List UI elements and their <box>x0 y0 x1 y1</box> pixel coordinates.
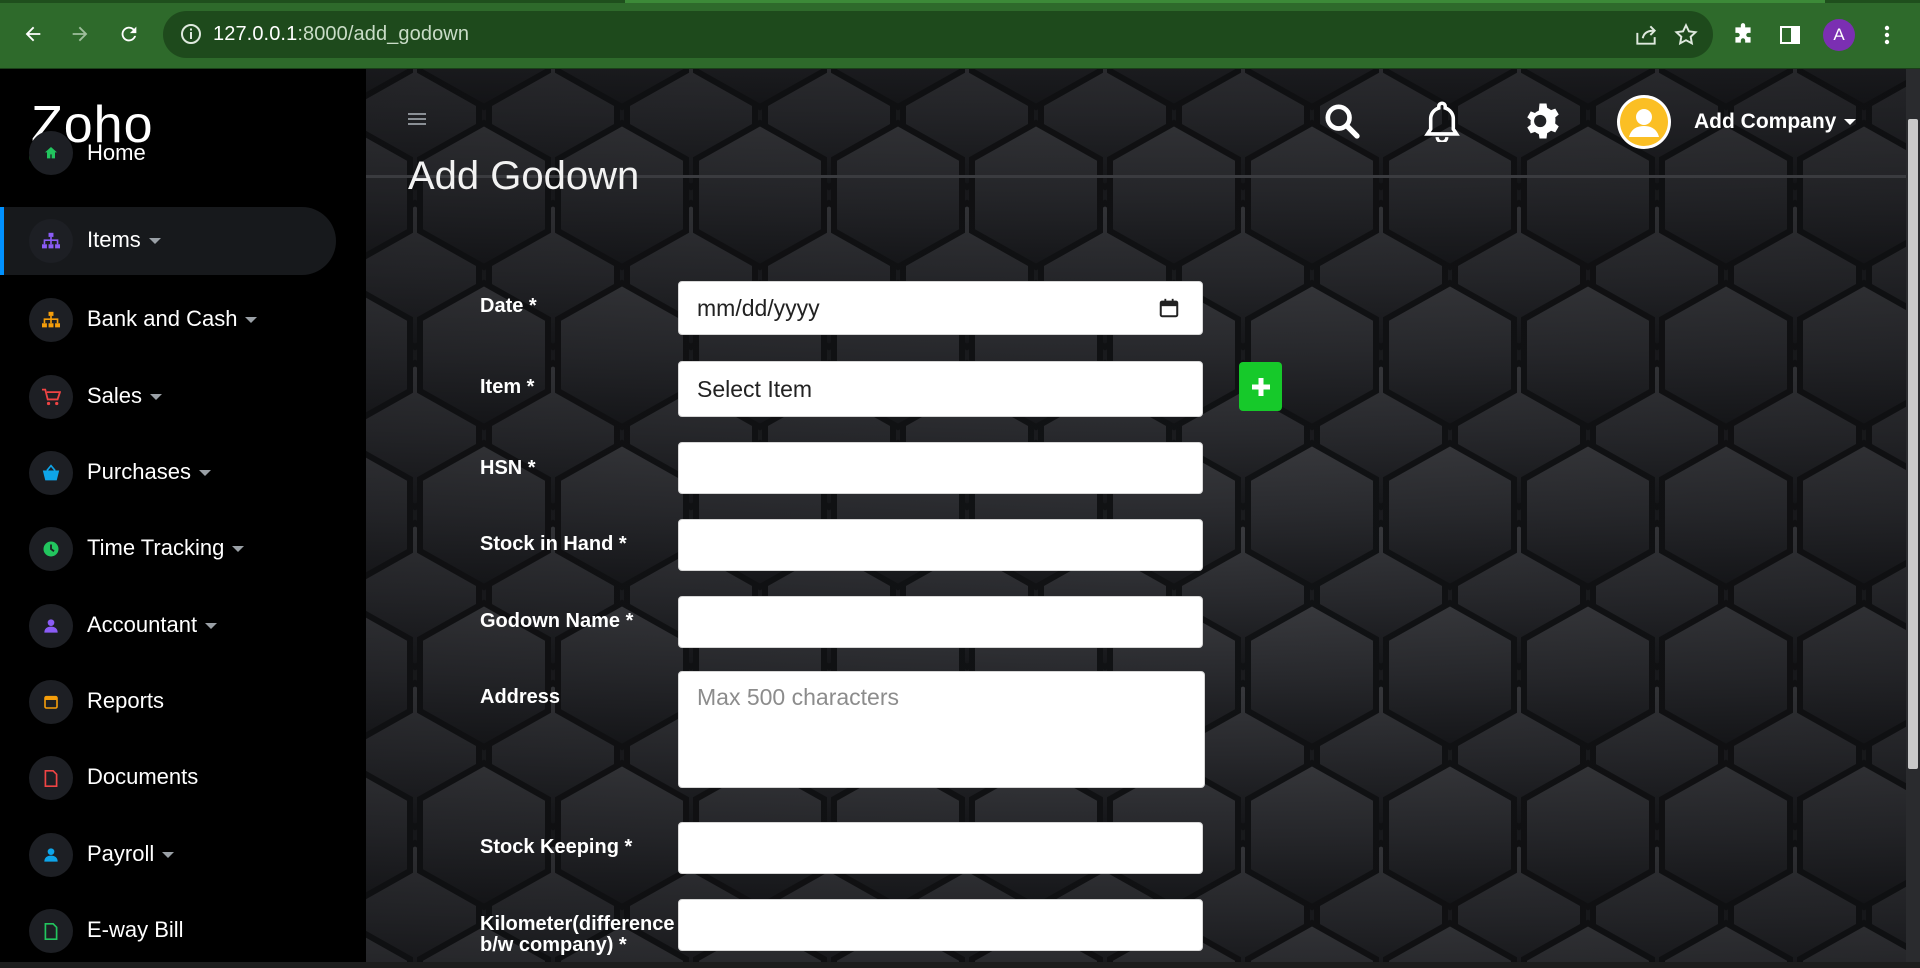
side-panel-icon[interactable] <box>1775 20 1805 50</box>
tab-strip <box>0 0 1920 3</box>
avatar-icon[interactable] <box>1617 95 1671 149</box>
date-field-value: mm/dd/yyyy <box>697 294 820 321</box>
kilometer-label-line-1: Kilometer(difference <box>480 913 675 935</box>
person-icon <box>29 833 73 877</box>
chevron-down-icon <box>162 852 175 859</box>
document-icon <box>29 909 73 953</box>
basket-icon <box>29 451 73 495</box>
sidebar-item-label: Documents <box>87 764 199 789</box>
chevron-down-icon <box>1844 119 1857 126</box>
kilometer-label-line-2: b/w company) * <box>480 934 627 956</box>
sidebar-item-label: Sales <box>87 383 163 409</box>
sidebar-item-eway-bill[interactable]: E-way Bill <box>0 894 336 962</box>
chevron-down-icon <box>232 546 245 553</box>
add-company-dropdown[interactable]: Add Company <box>1694 110 1857 134</box>
item-label: Item * <box>480 376 535 398</box>
cart-icon <box>29 375 73 419</box>
address-placeholder: Max 500 characters <box>697 684 899 710</box>
chevron-down-icon <box>198 470 211 477</box>
sidebar-item-payroll[interactable]: Payroll <box>0 818 336 886</box>
stock-keeping-label: Stock Keeping * <box>480 836 633 858</box>
chevron-down-icon <box>150 394 163 401</box>
bell-icon[interactable] <box>1420 99 1464 143</box>
item-select-value: Select Item <box>697 375 813 402</box>
page-scrollbar[interactable] <box>1906 69 1920 962</box>
sidebar-item-label: E-way Bill <box>87 917 184 942</box>
sidebar-item-documents[interactable]: Documents <box>0 741 336 809</box>
page-title: Add Godown <box>408 154 640 198</box>
sidebar-item-time-tracking[interactable]: Time Tracking <box>0 512 336 580</box>
kilometer-label: Kilometer(difference b/w company) * <box>480 914 675 956</box>
kilometer-input[interactable] <box>678 899 1203 951</box>
plus-icon <box>1251 377 1270 396</box>
person-icon <box>29 604 73 648</box>
sidebar-item-label: Purchases <box>87 459 211 485</box>
share-icon[interactable] <box>1633 22 1659 48</box>
item-select[interactable]: Select Item <box>678 361 1203 417</box>
add-item-button[interactable] <box>1239 362 1282 411</box>
reload-icon[interactable] <box>112 17 146 51</box>
gear-icon[interactable] <box>1521 99 1565 143</box>
sitemap-icon <box>29 219 73 263</box>
calendar-icon <box>29 680 73 724</box>
home-icon <box>29 131 73 175</box>
chevron-down-icon <box>148 238 161 245</box>
godown-name-input[interactable] <box>678 596 1203 648</box>
extensions-icon[interactable] <box>1728 20 1758 50</box>
sidebar-item-label: Home <box>87 140 146 165</box>
document-icon <box>29 756 73 800</box>
sitemap-icon <box>29 298 73 342</box>
date-field[interactable]: mm/dd/yyyy <box>678 281 1203 335</box>
scrollbar-thumb[interactable] <box>1908 119 1918 769</box>
hamburger-menu-icon[interactable] <box>408 113 426 127</box>
sidebar-item-sales[interactable]: Sales <box>0 360 336 428</box>
hsn-input[interactable] <box>678 442 1203 494</box>
sidebar-item-accountant[interactable]: Accountant <box>0 589 336 657</box>
browser-toolbar: 127.0.0.1:8000/add_godown A <box>0 0 1920 69</box>
sidebar-item-label: Time Tracking <box>87 535 245 561</box>
info-icon[interactable] <box>179 22 203 46</box>
chevron-down-icon <box>245 317 258 324</box>
sidebar-item-label: Reports <box>87 688 165 713</box>
sidebar-item-label: Bank and Cash <box>87 306 258 332</box>
godown-name-label: Godown Name * <box>480 610 634 632</box>
stock-in-hand-input[interactable] <box>678 519 1203 571</box>
star-icon[interactable] <box>1673 22 1699 48</box>
sidebar-item-label: Accountant <box>87 612 218 638</box>
window-bottom-edge <box>0 962 1920 968</box>
clock-icon <box>29 527 73 571</box>
sidebar-item-purchases[interactable]: Purchases <box>0 436 336 504</box>
back-icon[interactable] <box>16 17 50 51</box>
menu-icon[interactable] <box>1872 20 1902 50</box>
sidebar-item-items[interactable]: Items <box>0 207 336 275</box>
sidebar-item-label: Payroll <box>87 841 175 867</box>
address-label: Address <box>480 686 561 708</box>
main-content: Add Company Add Godown Date * mm/dd/yyyy… <box>366 69 1920 962</box>
forward-icon[interactable] <box>63 17 97 51</box>
address-bar[interactable]: 127.0.0.1:8000/add_godown <box>163 11 1713 58</box>
hsn-label: HSN * <box>480 457 536 479</box>
chevron-down-icon <box>205 623 218 630</box>
sidebar-item-home[interactable]: Home <box>0 129 336 179</box>
sidebar-item-reports[interactable]: Reports <box>0 665 336 733</box>
url-text: 127.0.0.1:8000/add_godown <box>213 23 470 45</box>
sidebar: Zoho Home Items Bank and Cash Sales Purc… <box>0 69 366 962</box>
stock-keeping-input[interactable] <box>678 822 1203 874</box>
calendar-icon[interactable] <box>1158 297 1180 319</box>
address-textarea[interactable]: Max 500 characters <box>678 671 1205 788</box>
profile-avatar[interactable]: A <box>1823 19 1855 51</box>
search-icon[interactable] <box>1320 99 1364 143</box>
date-label: Date * <box>480 295 537 317</box>
sidebar-item-label: Items <box>87 227 161 253</box>
stock-in-hand-label: Stock in Hand * <box>480 533 627 555</box>
sidebar-item-bank-and-cash[interactable]: Bank and Cash <box>0 283 336 351</box>
